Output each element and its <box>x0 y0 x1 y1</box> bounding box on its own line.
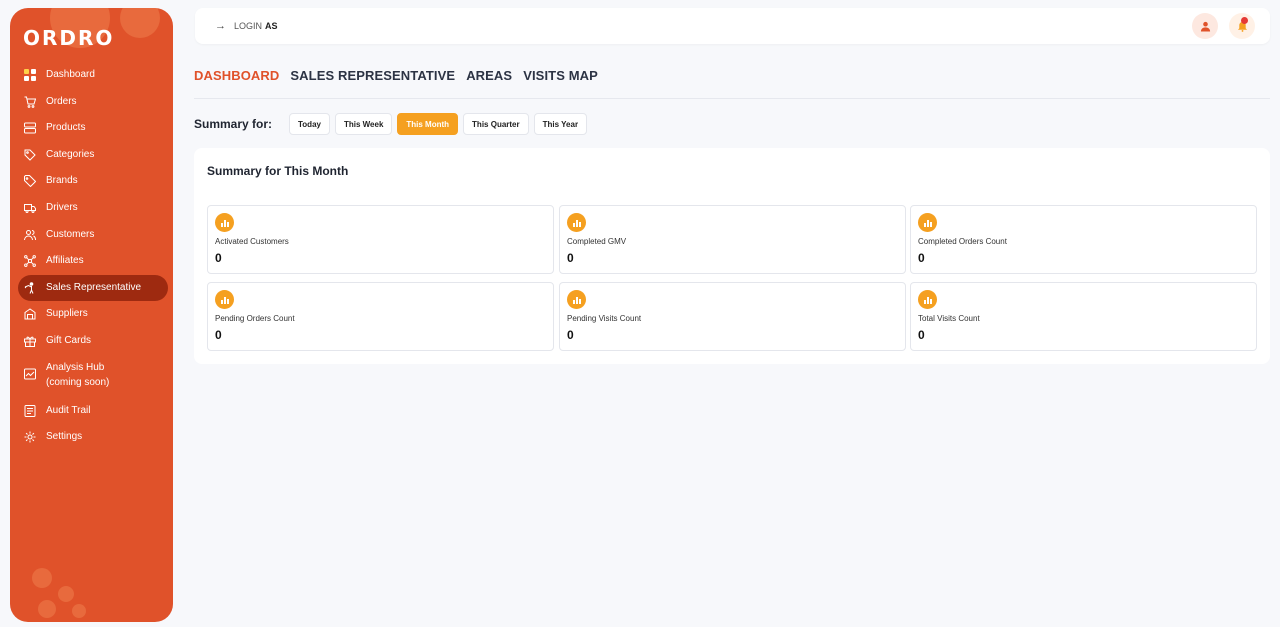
bar-chart-icon <box>567 290 586 309</box>
stat-label: Activated Customers <box>215 237 289 246</box>
stat-label: Pending Visits Count <box>567 314 642 323</box>
sidebar-item-label: Dashboard <box>46 69 95 80</box>
summary-for-label: Summary for: <box>194 117 273 131</box>
tab-areas[interactable]: AREAS <box>466 68 512 83</box>
stat-label: Completed GMV <box>567 237 627 246</box>
arrow-right-icon: → <box>215 20 226 32</box>
sidebar-decoration <box>58 586 74 602</box>
period-this-month-button[interactable]: This Month <box>397 113 459 135</box>
sidebar-item-label: Audit Trail <box>46 404 91 416</box>
app-logo[interactable]: ORDRO <box>23 26 114 50</box>
sidebar-decoration <box>32 568 52 588</box>
sidebar-item-customers[interactable]: Customers <box>18 222 168 249</box>
sidebar-item-analysis-hub[interactable]: Analysis Hub (coming soon) <box>18 355 168 398</box>
stat-card: Activated Customers 0 <box>207 205 554 274</box>
tag-icon <box>24 175 36 188</box>
sidebar-item-label: Settings <box>46 431 83 443</box>
stat-value: 0 <box>567 251 574 265</box>
period-today-button[interactable]: Today <box>289 113 330 135</box>
sidebar-item-label: Affiliates <box>46 255 84 267</box>
summary-title: Summary for This Month <box>207 164 349 178</box>
sidebar-item-label: Drivers <box>46 201 78 213</box>
sidebar-nav: Dashboard Orders Products Categories Bra… <box>18 62 168 451</box>
notification-dot <box>1241 17 1248 24</box>
period-selector: Today This Week This Month This Quarter … <box>289 113 592 135</box>
suppliers-icon <box>24 308 36 320</box>
stat-label: Completed Orders Count <box>918 237 1007 246</box>
main-tabs: DASHBOARD SALES REPRESENTATIVE AREAS VIS… <box>194 68 609 83</box>
sidebar-decoration <box>38 600 56 618</box>
sidebar-item-orders[interactable]: Orders <box>18 89 168 116</box>
stat-value: 0 <box>215 328 222 342</box>
audit-icon <box>24 404 36 417</box>
sidebar-item-dashboard[interactable]: Dashboard <box>18 62 168 89</box>
summary-card: Summary for This Month Activated Custome… <box>194 148 1270 364</box>
period-this-quarter-button[interactable]: This Quarter <box>463 113 529 135</box>
stat-value: 0 <box>918 251 925 265</box>
sidebar-item-settings[interactable]: Settings <box>18 424 168 451</box>
tabs-divider <box>194 98 1270 99</box>
sidebar-item-label: Brands <box>46 175 78 187</box>
user-icon <box>1200 21 1210 32</box>
login-as-button[interactable]: → LOGIN AS <box>215 20 278 32</box>
sidebar-item-gift-cards[interactable]: Gift Cards <box>18 328 168 355</box>
sidebar-decoration <box>120 8 160 38</box>
sidebar-item-products[interactable]: Products <box>18 115 168 142</box>
sidebar-item-categories[interactable]: Categories <box>18 142 168 169</box>
truck-icon <box>24 202 36 214</box>
dashboard-grid-icon <box>24 69 36 81</box>
bar-chart-icon <box>215 213 234 232</box>
bar-chart-icon <box>567 213 586 232</box>
login-as-prefix: LOGIN <box>234 21 263 31</box>
sidebar-decoration <box>72 604 86 618</box>
tab-visits-map[interactable]: VISITS MAP <box>523 68 598 83</box>
top-bar: → LOGIN AS <box>195 8 1270 44</box>
sidebar-item-label: Gift Cards <box>46 334 92 346</box>
login-as-suffix: AS <box>265 21 278 31</box>
cart-icon <box>24 96 36 108</box>
sidebar-item-drivers[interactable]: Drivers <box>18 195 168 222</box>
sidebar: ORDRO Dashboard Orders Products Categori… <box>10 8 173 622</box>
stat-card: Completed GMV 0 <box>559 205 906 274</box>
sidebar-item-label: Suppliers <box>46 308 88 320</box>
stat-label: Total Visits Count <box>918 314 980 323</box>
sidebar-item-sales-representative[interactable]: Sales Representative <box>18 274 168 302</box>
users-icon <box>24 229 36 241</box>
bar-chart-icon <box>918 290 937 309</box>
sidebar-item-suppliers[interactable]: Suppliers <box>18 301 168 328</box>
gear-icon <box>24 431 36 443</box>
stat-value: 0 <box>215 251 222 265</box>
bar-chart-icon <box>918 213 937 232</box>
categories-icon <box>24 149 36 161</box>
stat-card: Completed Orders Count 0 <box>910 205 1257 274</box>
user-profile-button[interactable] <box>1192 13 1218 39</box>
stat-card: Total Visits Count 0 <box>910 282 1257 351</box>
period-this-year-button[interactable]: This Year <box>533 113 588 135</box>
stat-card: Pending Orders Count 0 <box>207 282 554 351</box>
stat-value: 0 <box>567 328 574 342</box>
notifications-button[interactable] <box>1229 13 1255 39</box>
products-icon <box>24 122 36 134</box>
sales-rep-icon <box>24 281 36 294</box>
stat-label: Pending Orders Count <box>215 314 295 323</box>
sidebar-item-label: Analysis Hub (coming soon) <box>46 361 110 388</box>
sidebar-item-brands[interactable]: Brands <box>18 168 168 195</box>
gift-icon <box>24 335 36 347</box>
sidebar-item-affiliates[interactable]: Affiliates <box>18 248 168 275</box>
bar-chart-icon <box>215 290 234 309</box>
sidebar-item-label: Categories <box>46 148 95 160</box>
sidebar-item-label: Orders <box>46 95 77 107</box>
sidebar-item-label: Customers <box>46 228 95 240</box>
affiliates-icon <box>24 255 36 268</box>
tab-dashboard[interactable]: DASHBOARD <box>194 68 279 83</box>
stat-card: Pending Visits Count 0 <box>559 282 906 351</box>
analysis-icon <box>24 368 36 380</box>
period-this-week-button[interactable]: This Week <box>334 113 393 135</box>
stat-value: 0 <box>918 328 925 342</box>
sidebar-item-label: Sales Representative <box>46 281 142 293</box>
sidebar-item-label: Products <box>46 122 86 134</box>
tab-sales-representative[interactable]: SALES REPRESENTATIVE <box>290 68 455 83</box>
sidebar-item-audit-trail[interactable]: Audit Trail <box>18 398 168 425</box>
